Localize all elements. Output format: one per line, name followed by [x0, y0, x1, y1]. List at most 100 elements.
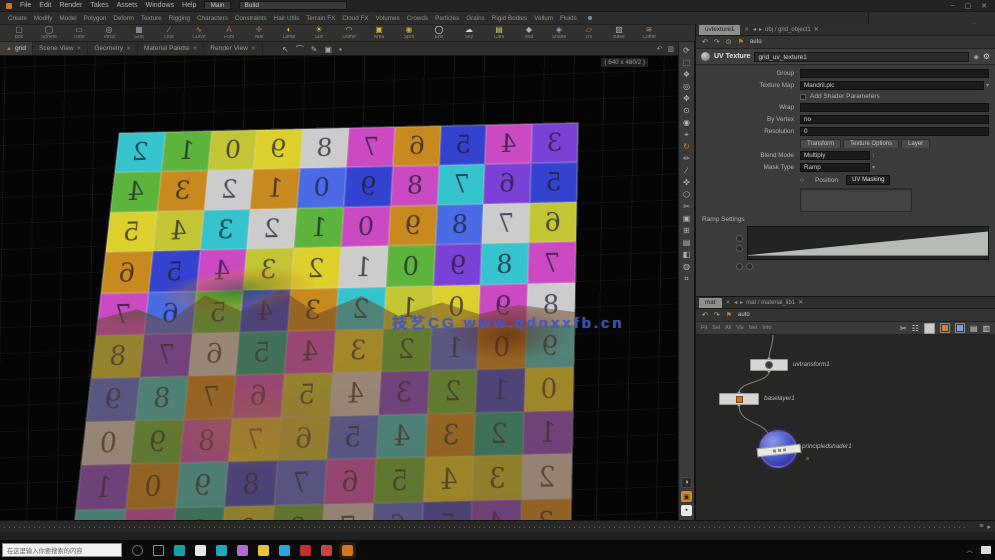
shelf-tool-tube[interactable]: ▭ Tube [66, 26, 92, 40]
dot-tool-icon[interactable]: ▪ [339, 45, 342, 54]
ramp-key-handle[interactable] [736, 263, 743, 270]
network-tab[interactable]: mat [699, 297, 722, 308]
ramp-key-handle[interactable] [746, 263, 753, 270]
shelf-tab-create[interactable]: Create [8, 15, 27, 22]
gear-icon[interactable]: ⚙ [983, 52, 990, 61]
shelf-tool-grid[interactable]: ▦ Grid [126, 26, 152, 40]
shelf-tool-curve[interactable]: ∿ Curve [186, 26, 212, 40]
texture-preview-box[interactable] [800, 188, 912, 212]
minimize-button[interactable]: – [951, 2, 957, 9]
material-icon[interactable]: ▣ [683, 214, 691, 223]
pin-icon[interactable]: ⊙ [726, 38, 732, 46]
render-flipbook-icon[interactable]: ▪ [681, 505, 692, 516]
menu-windows[interactable]: Windows [146, 2, 174, 9]
snippet-icon[interactable]: ▤ [970, 324, 978, 333]
shelf-tool-bake[interactable]: ▨ Bake [606, 26, 632, 40]
lattice-icon[interactable]: ⬡ [683, 190, 690, 199]
close-icon[interactable]: ✕ [193, 46, 198, 52]
shelf-tab-rigging[interactable]: Rigging [169, 15, 190, 22]
box-select-icon[interactable]: ▣ [324, 45, 332, 54]
shelf-tool-spot[interactable]: ◉ Spot [396, 26, 422, 40]
resolution-field[interactable]: 0 [800, 127, 989, 136]
app-yellow-icon[interactable] [258, 544, 269, 556]
shelf-tab-terrain-fx[interactable]: Terrain FX [306, 15, 335, 22]
brush-tool-icon[interactable]: ✎ [311, 45, 318, 54]
shelf-tool-shade[interactable]: ◈ Shade [546, 26, 572, 40]
shelf-tab-grains[interactable]: Grains [466, 15, 485, 22]
move-icon[interactable]: ✥ [683, 94, 690, 103]
expand-pane-icon[interactable]: ▥ [667, 45, 674, 53]
shelf-tool-uv[interactable]: ▱ UV [576, 26, 602, 40]
node-uvtransform[interactable] [750, 359, 788, 371]
path-back-icon[interactable]: ◂ [753, 26, 756, 33]
shelf-tool-font[interactable]: A Font [216, 26, 242, 40]
net-toolbar-all[interactable]: All [725, 325, 731, 331]
lasso-tool-icon[interactable]: ⌒ [296, 44, 304, 55]
app-teal-icon[interactable] [174, 544, 185, 556]
shelf-tab-deform[interactable]: Deform [113, 15, 134, 22]
close-icon[interactable]: ✕ [744, 27, 749, 33]
shelf-tab-particles[interactable]: Particles [435, 15, 459, 22]
ramp-remove-key-button[interactable] [736, 244, 743, 252]
home-view-icon[interactable]: ⟳ [683, 46, 690, 55]
close-icon[interactable]: ✕ [726, 300, 731, 306]
dolly-icon[interactable]: ⊙ [683, 106, 690, 115]
tray-icon[interactable] [981, 546, 991, 554]
path-fwd-icon[interactable]: ▸ [740, 299, 743, 306]
snapshot-icon[interactable]: ↶ [657, 45, 663, 53]
focus-icon[interactable]: ◉ [683, 118, 690, 127]
shelf-tool-box[interactable]: ▢ Box [6, 26, 32, 40]
spinner-icon[interactable]: ↕ [872, 153, 875, 159]
net-toolbar-net[interactable]: Net [749, 325, 758, 331]
app-mail-icon[interactable] [195, 544, 206, 556]
display-options-icon[interactable]: ◑ [681, 477, 692, 488]
close-icon[interactable]: ✕ [126, 46, 131, 52]
dropdown-icon[interactable]: ▾ [872, 164, 875, 171]
shelf-tab-fluids[interactable]: Fluids [560, 15, 577, 22]
shelf-tool-area[interactable]: ▣ Area [366, 26, 392, 40]
tray-caret-icon[interactable]: ︿ [966, 545, 973, 555]
shelf-tab-texture[interactable]: Texture [141, 15, 162, 22]
color-swatch[interactable] [923, 322, 935, 334]
playbar[interactable]: ≡ ▸ [0, 520, 995, 540]
shade-icon[interactable]: ◧ [683, 250, 691, 259]
net-toolbar-fit[interactable]: Fit [701, 325, 707, 331]
maximize-button[interactable]: ▢ [965, 2, 974, 10]
wrap-field[interactable] [800, 103, 989, 112]
menu-file[interactable]: File [20, 2, 31, 9]
shelf-tool-env[interactable]: ◯ Env [426, 26, 452, 40]
scene-viewport[interactable]: 2109876543432109876554321098766543210987… [0, 56, 678, 520]
undo-icon[interactable]: ↶ [702, 311, 708, 319]
redo-icon[interactable]: ↷ [714, 311, 720, 319]
mask-icon[interactable]: ◍ [683, 262, 690, 271]
shelf-tool-sky[interactable]: ☁ Sky [456, 26, 482, 40]
path-back-icon[interactable]: ◂ [734, 299, 737, 306]
shape-palette-icon[interactable] [954, 323, 965, 333]
shelf-tool-sun[interactable]: ☀ Sun [306, 26, 332, 40]
shelf-tab-cloud-fx[interactable]: Cloud FX [342, 15, 368, 22]
cortana-icon[interactable] [132, 544, 143, 556]
dropdown-icon[interactable]: ▾ [986, 82, 989, 89]
shelf-tool-mat[interactable]: ◆ Mat [516, 26, 542, 40]
close-icon[interactable]: ✕ [251, 46, 256, 52]
shelf-tab-hair-utils[interactable]: Hair Utils [274, 15, 300, 22]
app-houdini-icon[interactable] [339, 541, 356, 559]
slice-icon[interactable]: ∕ [686, 166, 687, 175]
shelf-tool-dome[interactable]: ◠ Dome [336, 26, 362, 40]
shelf-tab-vellum[interactable]: Vellum [534, 15, 553, 22]
shelf-tab-characters[interactable]: Characters [197, 15, 228, 22]
app-blue-icon[interactable] [279, 544, 290, 556]
desktop-selector[interactable]: Build [238, 1, 347, 10]
app-purple-icon[interactable] [237, 544, 248, 556]
parameter-tab[interactable]: uvtexture1 [699, 24, 741, 35]
app-dot-icon[interactable] [321, 544, 332, 556]
pane-tab-render-view[interactable]: Render View ✕ [204, 42, 263, 55]
path-fwd-icon[interactable]: ▸ [759, 26, 762, 33]
shelf-tab-constraints[interactable]: Constraints [235, 15, 267, 22]
shelf-tab-model[interactable]: Model [59, 15, 76, 22]
menu-assets[interactable]: Assets [117, 2, 138, 9]
net-toolbar-vis[interactable]: Vis [736, 325, 744, 331]
pane-tab-scene-view[interactable]: Scene View ✕ [33, 42, 89, 55]
pane-tab-geometry[interactable]: Geometry ✕ [88, 42, 138, 55]
vertex-field[interactable]: no [800, 115, 989, 124]
